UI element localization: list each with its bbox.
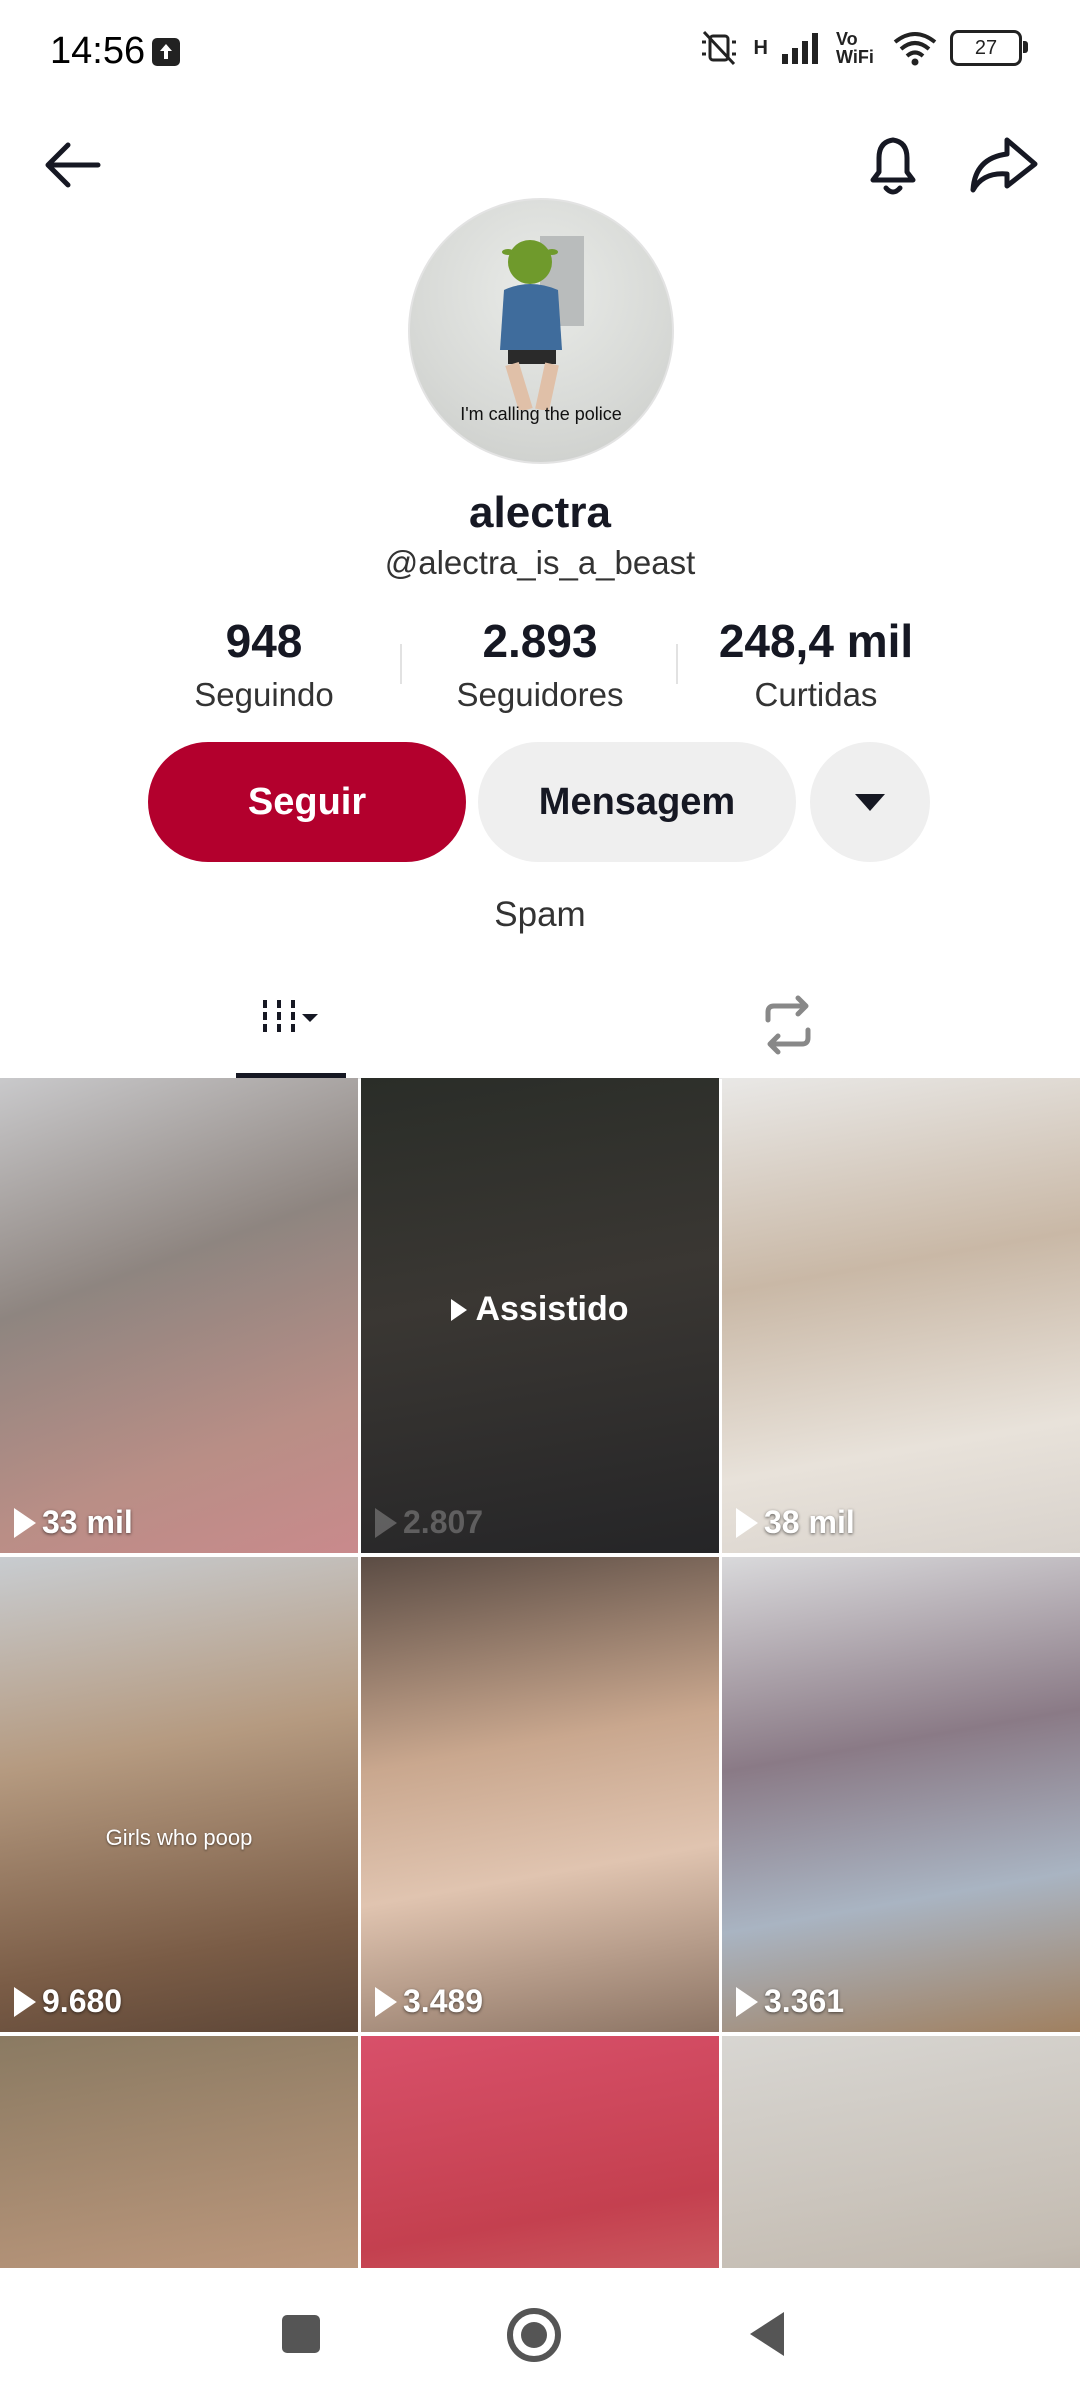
video-overlay-text: Girls who poop [105,1825,253,1850]
video-thumbnail[interactable] [722,2036,1080,2268]
video-thumbnail[interactable]: Girls who poop 9.680 [0,1557,358,2032]
stat-followers-label: Seguidores [456,676,624,713]
battery-indicator: 27 [950,30,1028,66]
video-thumbnail[interactable]: 3.361 [722,1557,1080,2032]
video-views: 33 mil [14,1504,133,1541]
stat-following-count: 948 [225,615,303,667]
video-views-count: 3.489 [403,1983,484,2019]
stat-divider [400,644,402,684]
message-button[interactable]: Mensagem [478,742,796,862]
wifi-icon [893,32,937,66]
status-bar: 14:56 H Vo WiFi 27 [0,0,1080,110]
video-views: 3.361 [736,1983,844,2020]
video-thumbnail[interactable] [0,2036,358,2268]
profile-avatar[interactable]: I'm calling the police [408,198,674,464]
play-icon [375,1986,397,2017]
bell-icon [870,137,916,195]
tab-videos[interactable] [236,970,346,1078]
back-button[interactable] [38,130,108,200]
video-grid: 33 mil Assistido 2.807 38 mil Girls who … [0,1078,1080,2268]
vowifi-label: Vo WiFi [836,29,874,67]
profile-stats: 948 Seguindo 2.893 Seguidores 248,4 mil … [0,614,1080,714]
video-views-count: 9.680 [42,1983,123,2019]
chevron-down-icon [855,793,885,811]
profile-name: alectra [469,488,611,537]
follow-button[interactable]: Seguir [148,742,466,862]
more-options-button[interactable] [810,742,930,862]
play-icon [375,1507,397,1538]
watched-text: Assistido [475,1290,629,1328]
stat-following[interactable]: 948 Seguindo [144,614,384,714]
arrow-left-icon [45,142,101,188]
video-thumbnail[interactable]: 38 mil [722,1078,1080,1553]
system-navigation-bar [0,2268,1080,2400]
play-icon [14,1986,36,2017]
repost-icon [765,995,811,1055]
stat-following-label: Seguindo [194,676,334,713]
play-icon [736,1986,758,2017]
mute-icon [701,30,736,66]
battery-level: 27 [974,36,998,59]
video-views: 38 mil [736,1504,855,1541]
video-views-count: 38 mil [764,1504,855,1540]
upload-icon [152,38,180,66]
signal-icon [782,33,818,64]
share-arrow-icon [970,137,1038,193]
profile-handle: @alectra_is_a_beast [384,544,696,581]
stat-divider [676,644,678,684]
status-time: 14:56 [50,30,146,72]
video-thumbnail[interactable] [361,2036,719,2268]
profile-bio: Spam [494,895,586,934]
notifications-button[interactable] [855,126,931,202]
video-thumbnail[interactable]: 33 mil [0,1078,358,1553]
video-views: 9.680 [14,1983,122,2020]
stat-likes-count: 248,4 mil [718,615,914,667]
video-thumbnail[interactable]: Assistido 2.807 [361,1078,719,1553]
tab-reposts[interactable] [748,990,828,1060]
watched-label: Assistido [361,1290,719,1329]
stat-likes[interactable]: 248,4 mil Curtidas [696,614,936,714]
stat-followers[interactable]: 2.893 Seguidores [420,614,660,714]
network-type: H [753,37,768,59]
video-views-count: 2.807 [403,1504,484,1540]
stat-likes-label: Curtidas [754,676,878,713]
grid-columns-icon [263,1000,318,1032]
system-back-button[interactable] [750,2312,784,2356]
video-views-count: 33 mil [42,1504,133,1540]
stat-followers-count: 2.893 [482,615,598,667]
recents-button[interactable] [282,2315,320,2353]
avatar-caption: I'm calling the police [460,404,622,424]
home-button[interactable] [507,2308,561,2362]
content-tabs [0,970,1080,1079]
share-button[interactable] [965,126,1041,202]
video-thumbnail[interactable]: 3.489 [361,1557,719,2032]
play-icon [736,1507,758,1538]
avatar-figure [500,236,584,410]
video-views: 2.807 [375,1504,483,1541]
video-views: 3.489 [375,1983,483,2020]
play-icon [451,1298,468,1321]
video-views-count: 3.361 [764,1983,845,2019]
play-icon [14,1507,36,1538]
